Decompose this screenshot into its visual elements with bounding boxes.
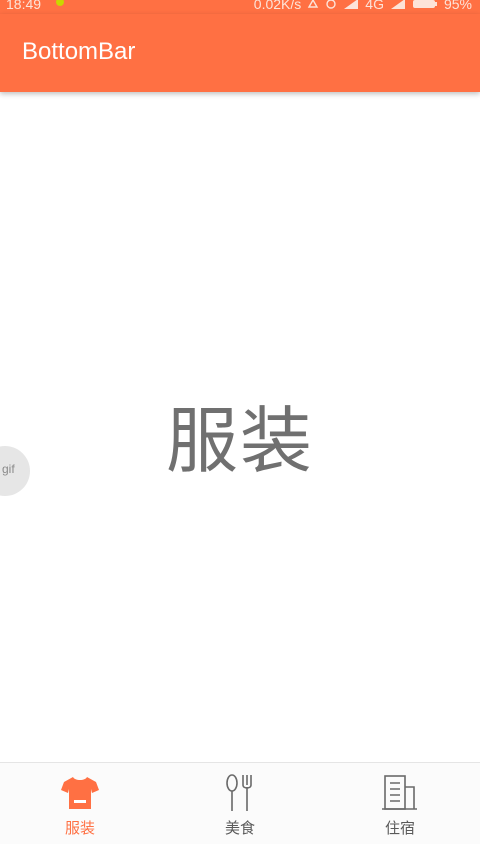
app-bar: BottomBar bbox=[0, 14, 480, 92]
network-type: 4G bbox=[365, 0, 384, 12]
fork-spoon-icon bbox=[220, 773, 260, 813]
shirt-icon bbox=[60, 773, 100, 813]
status-bar: 18:49 0.02K/s 4G 95% bbox=[0, 0, 480, 14]
notification-icon bbox=[54, 0, 66, 8]
content-area: 服装 bbox=[0, 92, 480, 762]
net-speed: 0.02K/s bbox=[253, 0, 302, 12]
battery-icon bbox=[412, 0, 438, 9]
signal-icon-2 bbox=[390, 0, 406, 9]
page-title: 服装 bbox=[165, 399, 314, 483]
bottom-navigation: 服装 美食 住宿 bbox=[0, 762, 480, 844]
alarm-icon bbox=[325, 0, 337, 9]
tab-lodging[interactable]: 住宿 bbox=[320, 763, 480, 844]
status-right: 0.02K/s 4G 95% bbox=[253, 0, 472, 12]
battery-level: 95% bbox=[443, 0, 472, 12]
tab-food[interactable]: 美食 bbox=[160, 763, 320, 844]
tab-label: 住宿 bbox=[384, 819, 415, 837]
tab-label: 美食 bbox=[224, 819, 255, 837]
signal-icon bbox=[343, 0, 359, 9]
app-title: BottomBar bbox=[22, 38, 136, 65]
building-icon bbox=[380, 773, 420, 813]
tab-label: 服装 bbox=[64, 819, 95, 837]
gif-label: gif bbox=[2, 462, 15, 476]
mute-icon bbox=[307, 0, 319, 9]
status-time: 18:49 bbox=[6, 0, 42, 12]
tab-clothing[interactable]: 服装 bbox=[0, 763, 160, 844]
